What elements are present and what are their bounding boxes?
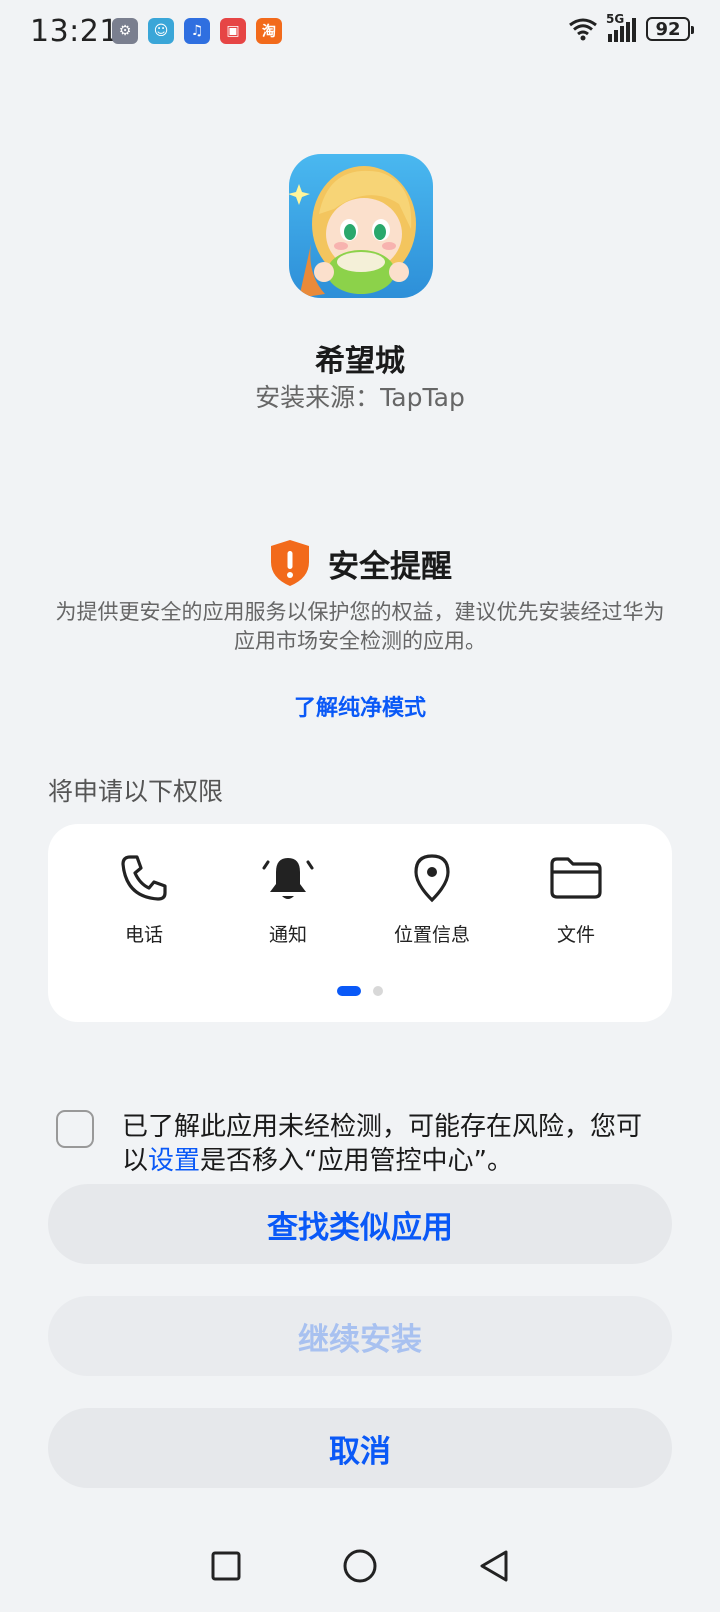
- permission-label: 位置信息: [393, 924, 470, 946]
- warning-shield-icon: [271, 540, 309, 586]
- status-right: 5G 92: [568, 12, 694, 42]
- wifi-icon: [569, 18, 597, 41]
- app-icon: [289, 154, 433, 298]
- book-app-icon: ▣: [220, 18, 246, 44]
- permissions-label: 将申请以下权限: [48, 777, 224, 806]
- permission-label: 文件: [556, 924, 595, 946]
- find-similar-apps-button[interactable]: 查找类似应用: [48, 1184, 672, 1264]
- install-source: 安装来源：TapTap: [255, 383, 465, 412]
- permission-files[interactable]: 文件: [504, 850, 648, 947]
- cellular-signal: 5G: [606, 12, 636, 42]
- status-time: 13:21: [30, 14, 119, 49]
- location-icon: [404, 850, 460, 906]
- permission-location[interactable]: 位置信息: [360, 850, 504, 947]
- app-name: 希望城: [315, 344, 405, 379]
- consent-checkbox[interactable]: [56, 1110, 94, 1148]
- settings-link[interactable]: 设置: [148, 1146, 200, 1176]
- network-type: 5G: [606, 12, 625, 26]
- permissions-card[interactable]: 电话 通知 位置信息 文件: [48, 824, 672, 1022]
- system-nav-bar: [0, 1548, 720, 1584]
- permission-phone[interactable]: 电话: [72, 850, 216, 947]
- taobao-app-icon: 淘: [256, 18, 282, 44]
- avatar-app-icon: ☺: [148, 18, 174, 44]
- learn-pure-mode-link[interactable]: 了解纯净模式: [0, 690, 720, 722]
- page-dot: [373, 986, 383, 996]
- permission-label: 通知: [268, 924, 307, 946]
- recents-icon[interactable]: [210, 1550, 242, 1582]
- security-title: 安全提醒: [328, 548, 452, 585]
- page-indicator: [48, 986, 672, 996]
- permission-label: 电话: [124, 924, 163, 946]
- music-app-icon: ♫: [184, 18, 210, 44]
- battery-indicator: 92: [646, 17, 694, 41]
- phone-icon: [116, 850, 172, 906]
- home-icon[interactable]: [342, 1548, 378, 1584]
- continue-install-button[interactable]: 继续安装: [48, 1296, 672, 1376]
- folder-icon: [548, 850, 604, 906]
- back-icon[interactable]: [478, 1549, 510, 1583]
- security-header: 安全提醒: [0, 538, 720, 588]
- notification-icons: ⚙ ☺ ♫ ▣ 淘: [112, 18, 282, 44]
- cancel-button[interactable]: 取消: [48, 1408, 672, 1488]
- bell-icon: [260, 850, 316, 906]
- permission-notification[interactable]: 通知: [216, 850, 360, 947]
- page-dot-active: [337, 986, 361, 996]
- consent-text: 已了解此应用未经检测，可能存在风险，您可以设置是否移入“应用管控中心”。: [122, 1112, 643, 1176]
- settings-app-icon: ⚙: [112, 18, 138, 44]
- security-description: 为提供更安全的应用服务以保护您的权益，建议优先安装经过华为应用市场安全检测的应用…: [55, 600, 665, 653]
